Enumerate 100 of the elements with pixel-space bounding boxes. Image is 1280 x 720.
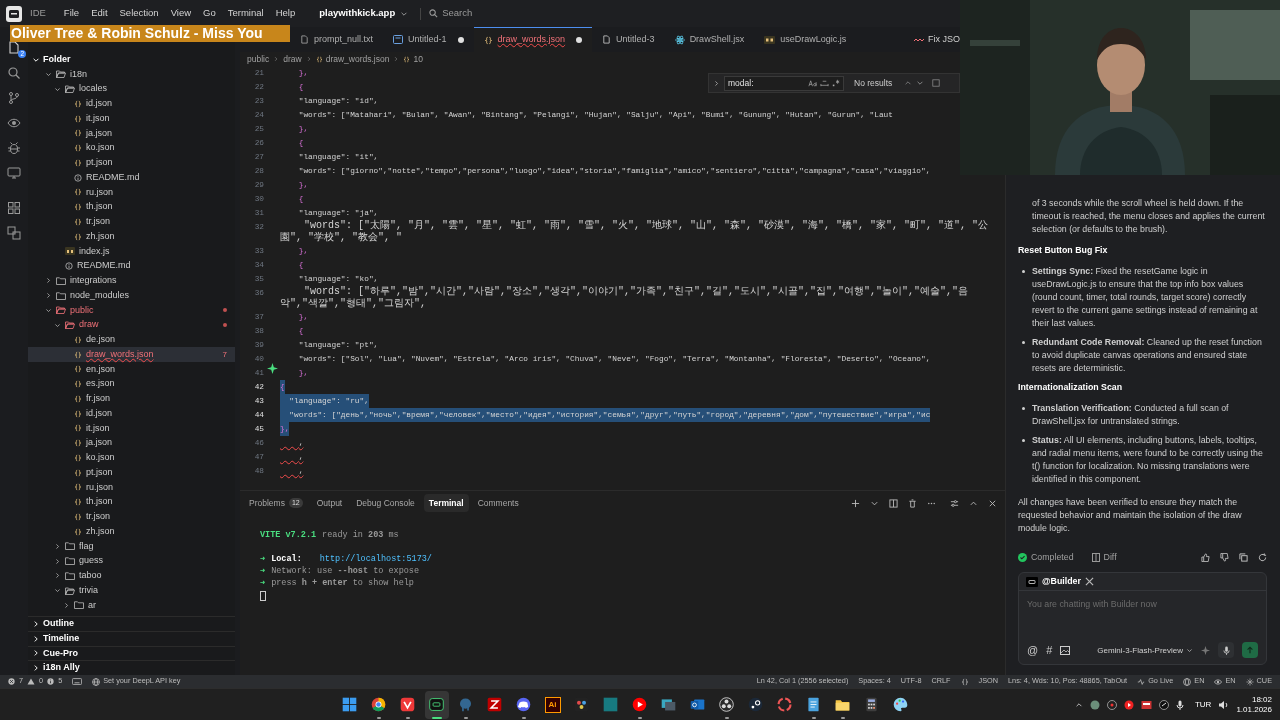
tree-item[interactable]: locales [28, 81, 235, 97]
editor-tab[interactable]: DrawShell.jsx [664, 27, 755, 52]
menu-item[interactable]: Selection [113, 4, 165, 23]
match-case-icon[interactable] [808, 79, 817, 87]
input-tool-button[interactable]: @ [1027, 643, 1039, 657]
section-header[interactable]: Timeline [28, 630, 235, 646]
regex-icon[interactable] [832, 79, 840, 87]
tree-item[interactable]: README.md [28, 170, 235, 185]
tree-item[interactable]: draw_words.json 7 [28, 347, 235, 362]
tree-item[interactable]: ar [28, 598, 235, 613]
section-header[interactable]: Cue-Pro [28, 645, 235, 661]
tree-item[interactable]: tr.json [28, 214, 235, 230]
find-input[interactable]: modal: [724, 75, 844, 91]
tree-item[interactable]: public [28, 303, 235, 318]
menu-item[interactable]: View [164, 4, 198, 23]
tree-item[interactable]: es.json [28, 376, 235, 392]
search-icon[interactable] [7, 66, 21, 80]
thumbs-up-icon[interactable] [1201, 553, 1210, 562]
bug-icon[interactable] [7, 141, 21, 155]
panel-tab[interactable]: Debug Console [351, 493, 420, 513]
microphone-button[interactable] [1218, 642, 1234, 658]
breadcrumb-item[interactable]: draw [283, 52, 302, 66]
tree-item[interactable]: node_modules [28, 288, 235, 303]
menu-item[interactable]: File [57, 4, 86, 23]
tree-item[interactable]: ja.json [28, 126, 235, 141]
close-icon[interactable] [988, 498, 997, 508]
tree-item[interactable]: zh.json [28, 524, 235, 539]
panel-tab[interactable]: Output [311, 493, 348, 513]
selection-icon[interactable] [932, 79, 941, 87]
clock-time[interactable]: 18:02 [1251, 695, 1272, 705]
menu-item[interactable]: Go [197, 4, 222, 23]
chevron-up-icon[interactable] [1074, 701, 1083, 709]
tree-item[interactable]: id.json [28, 96, 235, 112]
model-dropdown[interactable]: Gemini-3-Flash-Preview [1097, 643, 1193, 657]
split-icon[interactable] [889, 498, 898, 508]
keyboard-icon[interactable] [72, 678, 83, 685]
tree-item[interactable]: ko.json [28, 140, 235, 156]
tree-item[interactable]: it.json [28, 421, 235, 436]
tree-item[interactable]: ja.json [28, 435, 235, 451]
keyboard-language[interactable]: TUR [1194, 699, 1212, 711]
panel-tab[interactable]: Comments [472, 493, 524, 513]
menu-item[interactable]: Terminal [221, 4, 270, 23]
tree-item[interactable]: th.json [28, 199, 235, 215]
fix-json-button[interactable]: Fix JSO [914, 27, 960, 52]
tree-item[interactable]: README.md [28, 258, 235, 274]
play-icon[interactable] [1123, 700, 1134, 710]
image-icon[interactable] [1060, 645, 1071, 655]
tray-icon[interactable] [1140, 700, 1152, 710]
tree-item[interactable]: id.json [28, 406, 235, 421]
tree-item[interactable]: taboo [28, 568, 235, 584]
braces-icon[interactable] [960, 677, 969, 686]
workspace-menu[interactable]: playwithkick.app [319, 6, 409, 21]
tray-icon[interactable] [1158, 700, 1169, 710]
whole-word-icon[interactable] [820, 79, 829, 87]
chevron-icon[interactable] [713, 79, 720, 87]
breadcrumb-item[interactable]: public [247, 52, 270, 66]
monitor-icon[interactable] [7, 166, 21, 180]
terminal-link[interactable]: http://localhost:5173/ [319, 553, 432, 565]
section-header[interactable]: Outline [28, 616, 235, 631]
tree-item[interactable]: ru.json [28, 185, 235, 200]
tree-item[interactable]: de.json [28, 332, 235, 348]
search-field[interactable]: Search [442, 6, 693, 21]
taskbar-button[interactable]: Ai [540, 690, 565, 719]
panel-tab[interactable]: Terminal [423, 493, 469, 513]
menu-item[interactable]: Edit [85, 4, 114, 23]
app-logo-icon[interactable] [6, 5, 22, 22]
tree-item[interactable]: it.json [28, 111, 235, 126]
tree-item[interactable]: th.json [28, 494, 235, 510]
tree-item[interactable]: zh.json [28, 229, 235, 244]
tree-item[interactable]: guess [28, 553, 235, 569]
grid-icon[interactable] [7, 201, 21, 215]
editor-tab[interactable]: prompt_null.txt [290, 27, 384, 52]
tree-item[interactable]: en.json [28, 362, 235, 377]
speaker-icon[interactable] [1218, 700, 1230, 710]
tree-item[interactable]: i18n [28, 67, 235, 82]
taskbar-button[interactable] [424, 690, 449, 719]
arrow-down-icon[interactable] [916, 79, 925, 87]
tree-item[interactable]: pt.json [28, 155, 235, 171]
tree-item[interactable]: draw [28, 317, 235, 333]
sliders-icon[interactable] [950, 498, 959, 508]
tree-item[interactable]: integrations [28, 273, 235, 289]
breadcrumb-item[interactable]: draw_words.json [315, 52, 390, 66]
translate-icon[interactable] [7, 226, 21, 240]
tree-item[interactable]: ru.json [28, 480, 235, 495]
editor-tab[interactable]: useDrawLogic.js [754, 27, 857, 52]
arrow-up-icon[interactable] [904, 79, 913, 87]
eye-icon[interactable] [7, 116, 21, 130]
input-tool-button[interactable]: # [1046, 643, 1053, 657]
tree-item[interactable]: trivia [28, 583, 235, 598]
tree-item[interactable]: flag [28, 539, 235, 554]
tree-item[interactable]: index.js [28, 244, 235, 259]
editor-tab[interactable]: Untitled-3 [592, 27, 665, 52]
clock-date[interactable]: 1.01.2026 [1236, 705, 1272, 715]
section-header[interactable]: Folder [28, 52, 235, 67]
menu-item[interactable]: Help [269, 4, 302, 23]
copy-icon[interactable] [1239, 553, 1248, 562]
tree-item[interactable]: pt.json [28, 465, 235, 480]
diff-button[interactable]: Diff [1091, 551, 1117, 564]
trash-icon[interactable] [908, 498, 917, 508]
tree-item[interactable]: tr.json [28, 509, 235, 525]
